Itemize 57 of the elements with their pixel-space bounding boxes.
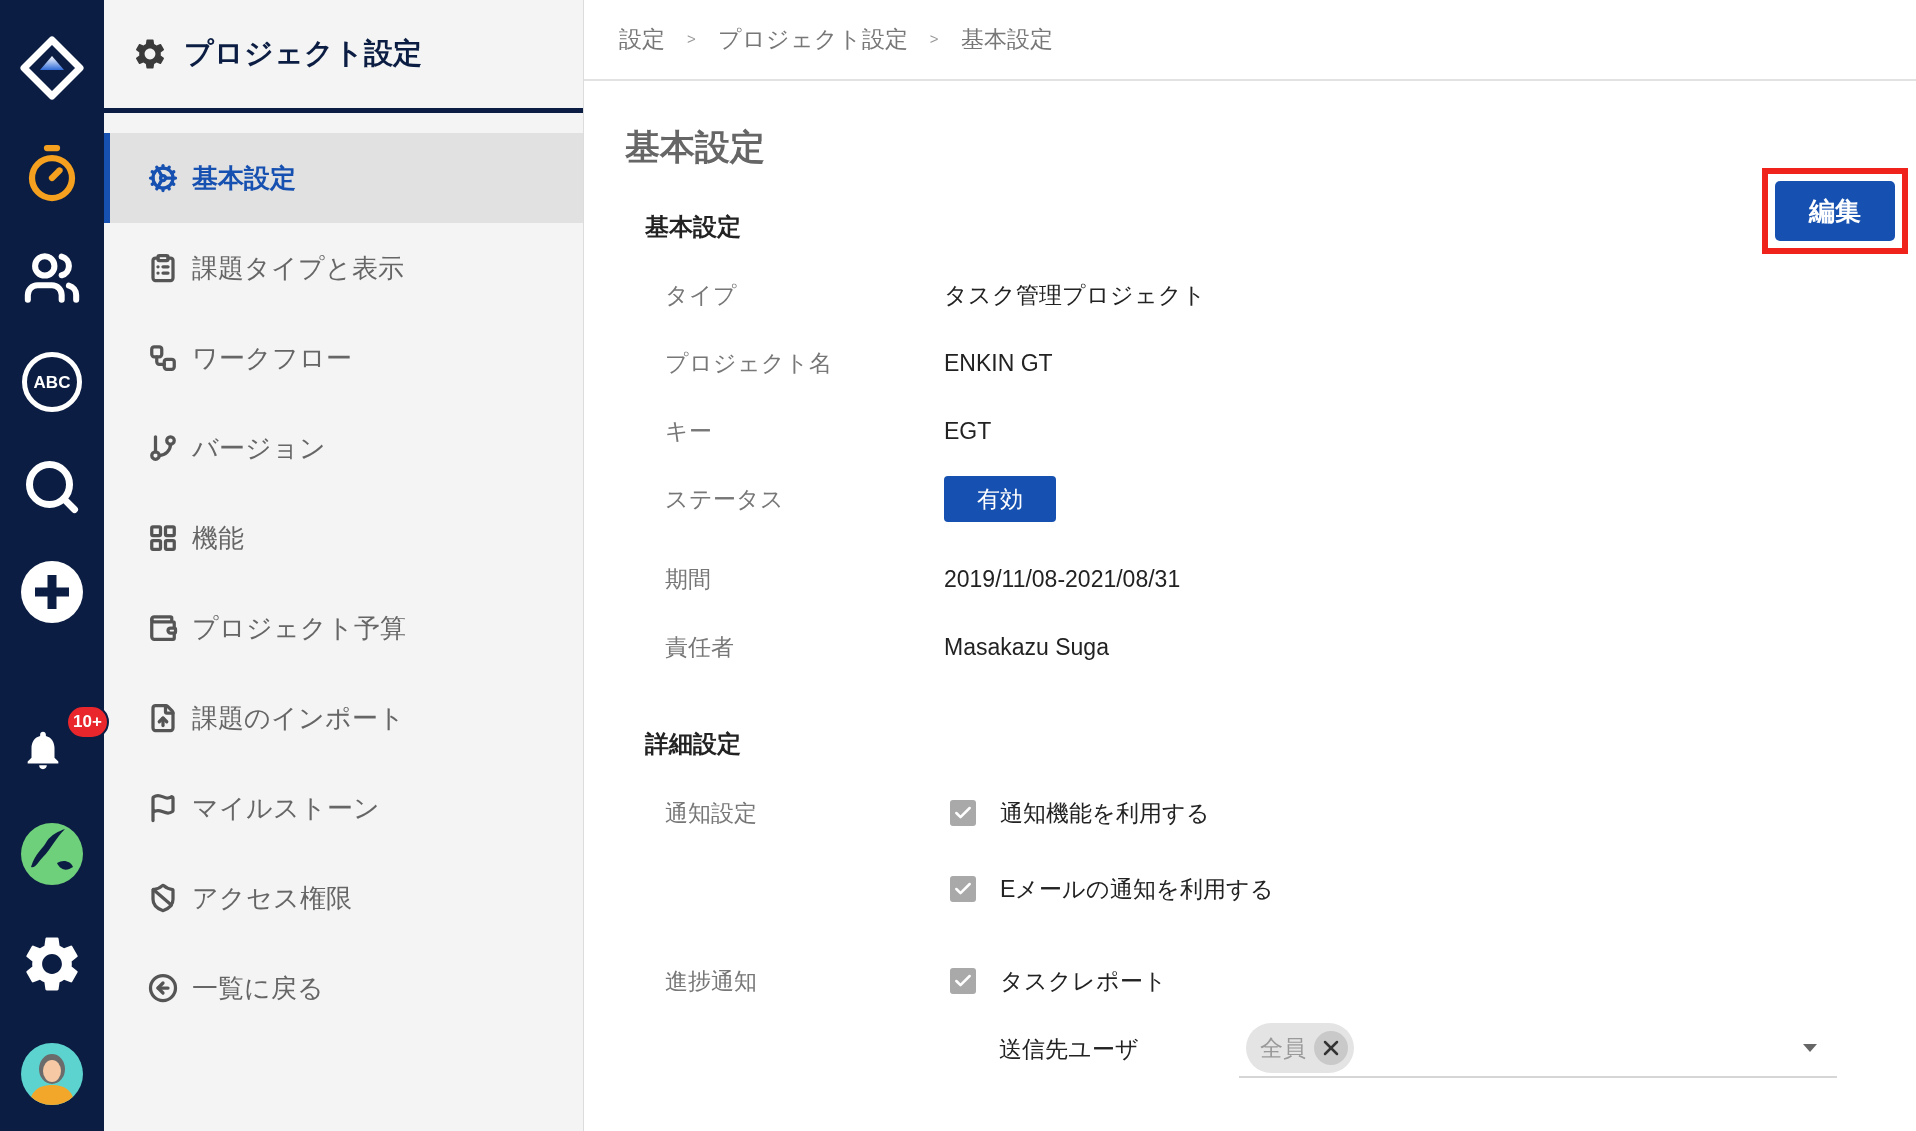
globe-icon[interactable] <box>21 823 83 886</box>
field-label: キー <box>665 416 713 446</box>
checkbox-label: Eメールの通知を利用する <box>1000 874 1275 904</box>
sidebar-item[interactable]: ワークフロー <box>104 313 583 403</box>
breadcrumb-separator: > <box>687 29 696 50</box>
dropdown-caret-icon <box>1803 1044 1817 1052</box>
workflow-icon <box>148 343 178 373</box>
grid-icon <box>148 523 178 553</box>
sidebar-title: プロジェクト設定 <box>184 36 422 72</box>
recipient-chip: 全員 <box>1246 1023 1354 1073</box>
abc-icon[interactable]: ABC <box>22 352 82 413</box>
checkbox-label: 通知機能を利用する <box>1000 798 1210 828</box>
sidebar-item[interactable]: アクセス権限 <box>104 853 583 943</box>
breadcrumb-link[interactable]: プロジェクト設定 <box>717 22 908 57</box>
checkbox-label: タスクレポート <box>1000 966 1167 996</box>
sidebar-item[interactable]: バージョン <box>104 403 583 493</box>
field-label: 送信先ユーザ <box>999 1034 1140 1064</box>
logo-icon[interactable] <box>20 36 84 101</box>
add-icon[interactable] <box>21 560 83 623</box>
wallet-icon <box>148 613 178 643</box>
branch-icon <box>148 433 178 463</box>
field-label: 進捗通知 <box>665 966 758 996</box>
sidebar-item[interactable]: 一覧に戻る <box>104 943 583 1033</box>
notification-badge: 10+ <box>66 704 109 739</box>
sidebar-item[interactable]: 基本設定 <box>104 133 583 223</box>
clipboard-icon <box>148 253 178 283</box>
checkbox[interactable] <box>950 968 976 994</box>
sidebar-item[interactable]: プロジェクト予算 <box>104 583 583 673</box>
section-heading: 基本設定 <box>644 212 742 242</box>
field-value: Masakazu Suga <box>944 632 1109 662</box>
checkbox[interactable] <box>950 876 976 902</box>
field-value: EGT <box>944 416 992 446</box>
sidebar-item[interactable]: 課題タイプと表示 <box>104 223 583 313</box>
field-label: ステータス <box>665 484 785 514</box>
flag-icon <box>148 793 178 823</box>
remove-chip-button[interactable] <box>1314 1031 1348 1065</box>
edit-button[interactable]: 編集 <box>1775 181 1895 241</box>
field-label: 通知設定 <box>665 798 758 828</box>
field-label: タイプ <box>665 280 738 310</box>
page-title: 基本設定 <box>625 126 765 167</box>
shield-icon <box>148 883 178 913</box>
field-value: タスク管理プロジェクト <box>944 280 1206 310</box>
sidebar-item[interactable]: 機能 <box>104 493 583 583</box>
section-heading: 詳細設定 <box>644 729 742 759</box>
field-value: 2019/11/08-2021/08/31 <box>944 564 1181 594</box>
field-label: 期間 <box>665 564 712 594</box>
field-value: ENKIN GT <box>944 348 1053 378</box>
file-upload-icon <box>148 703 178 733</box>
field-label: プロジェクト名 <box>665 348 833 378</box>
breadcrumb-link[interactable]: 設定 <box>619 22 665 57</box>
breadcrumb-link[interactable]: 基本設定 <box>960 22 1053 57</box>
breadcrumb-separator: > <box>929 29 939 50</box>
status-badge: 有効 <box>944 476 1056 522</box>
checkbox[interactable] <box>950 800 976 826</box>
sidebar-item[interactable]: マイルストーン <box>104 763 583 853</box>
field-label: 責任者 <box>665 632 735 662</box>
gear-icon <box>148 163 178 193</box>
